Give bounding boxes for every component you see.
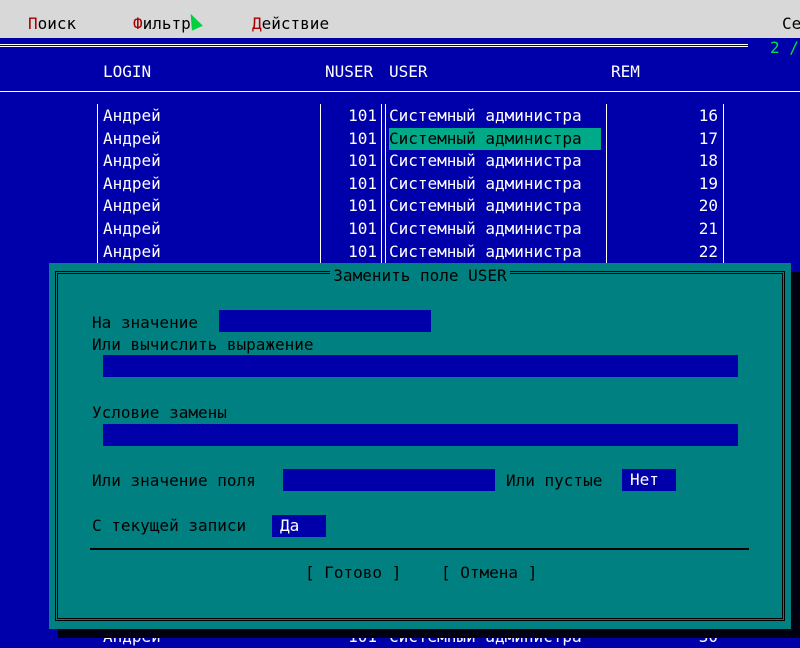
cell-rem[interactable]: 30	[608, 626, 718, 648]
column-header-rem[interactable]: REM	[611, 62, 640, 82]
value-input[interactable]	[219, 310, 431, 332]
expression-input[interactable]	[103, 355, 738, 377]
column-header-user[interactable]: USER	[389, 62, 428, 82]
cell-rem[interactable]: 16	[608, 105, 718, 127]
cell-login[interactable]: Андрей	[103, 173, 313, 195]
cell-nuser[interactable]: 101	[322, 195, 377, 217]
cell-nuser[interactable]: 101	[322, 173, 377, 195]
menu-bar: Поиск Фильтр Действие Се	[0, 0, 800, 38]
cell-login[interactable]: Андрей	[103, 105, 313, 127]
cell-nuser[interactable]: 101	[322, 218, 377, 240]
cell-nuser[interactable]: 101	[322, 626, 377, 648]
cell-login[interactable]: Андрей	[103, 150, 313, 172]
column-header-login[interactable]: LOGIN	[103, 62, 151, 82]
cell-user[interactable]: Системный администра	[389, 195, 601, 217]
replace-field-dialog: Заменить поле USER На значение Или вычис…	[49, 263, 791, 629]
dialog-separator	[90, 548, 749, 550]
dialog-title-text: Заменить поле USER	[330, 266, 510, 285]
page-indicator: 2 /	[770, 38, 799, 57]
expression-label: Или вычислить выражение	[92, 335, 314, 354]
cell-rem[interactable]: 20	[608, 195, 718, 217]
cell-login[interactable]: Андрей	[103, 218, 313, 240]
cell-user[interactable]: Системный администра	[389, 626, 601, 648]
cell-user[interactable]: Системный администра	[389, 241, 601, 263]
cell-nuser[interactable]: 101	[322, 150, 377, 172]
cell-user[interactable]: Системный администра	[389, 127, 601, 150]
cancel-button[interactable]: [ Отмена ]	[441, 563, 537, 583]
cell-login[interactable]: Андрей	[103, 626, 313, 648]
cell-nuser[interactable]: 101	[322, 128, 377, 150]
current-record-toggle[interactable]: Да	[272, 515, 326, 537]
cell-rem[interactable]: 18	[608, 150, 718, 172]
column-header-nuser[interactable]: NUSER	[325, 62, 373, 82]
cell-rem[interactable]: 19	[608, 173, 718, 195]
cell-rem[interactable]: 21	[608, 218, 718, 240]
current-record-label: С текущей записи	[92, 516, 247, 535]
cell-login[interactable]: Андрей	[103, 241, 313, 263]
header-double-line	[0, 44, 748, 47]
field-value-input[interactable]	[283, 469, 495, 491]
cell-user[interactable]: Системный администра	[389, 173, 601, 195]
condition-label: Условие замены	[92, 403, 227, 422]
menu-filter[interactable]: Фильтр	[133, 15, 191, 33]
menu-service[interactable]: Се	[782, 15, 800, 33]
cell-nuser[interactable]: 101	[322, 105, 377, 127]
menu-search[interactable]: Поиск	[28, 15, 76, 33]
cell-login[interactable]: Андрей	[103, 128, 313, 150]
cell-rem[interactable]: 22	[608, 241, 718, 263]
cell-rem[interactable]: 17	[608, 128, 718, 150]
cell-user[interactable]: Системный администра	[389, 218, 601, 240]
field-value-label: Или значение поля	[92, 471, 256, 490]
cell-nuser[interactable]: 101	[322, 241, 377, 263]
cell-login[interactable]: Андрей	[103, 195, 313, 217]
dialog-title: Заменить поле USER	[49, 266, 791, 285]
cell-user[interactable]: Системный администра	[389, 105, 601, 127]
menu-action[interactable]: Действие	[252, 15, 329, 33]
cell-user[interactable]: Системный администра	[389, 150, 601, 172]
header-bottom-line	[0, 91, 800, 92]
condition-input[interactable]	[103, 424, 738, 446]
empty-toggle[interactable]: Нет	[622, 469, 676, 491]
ok-button[interactable]: [ Готово ]	[305, 563, 401, 583]
value-label: На значение	[92, 313, 198, 332]
empty-label: Или пустые	[506, 471, 603, 490]
